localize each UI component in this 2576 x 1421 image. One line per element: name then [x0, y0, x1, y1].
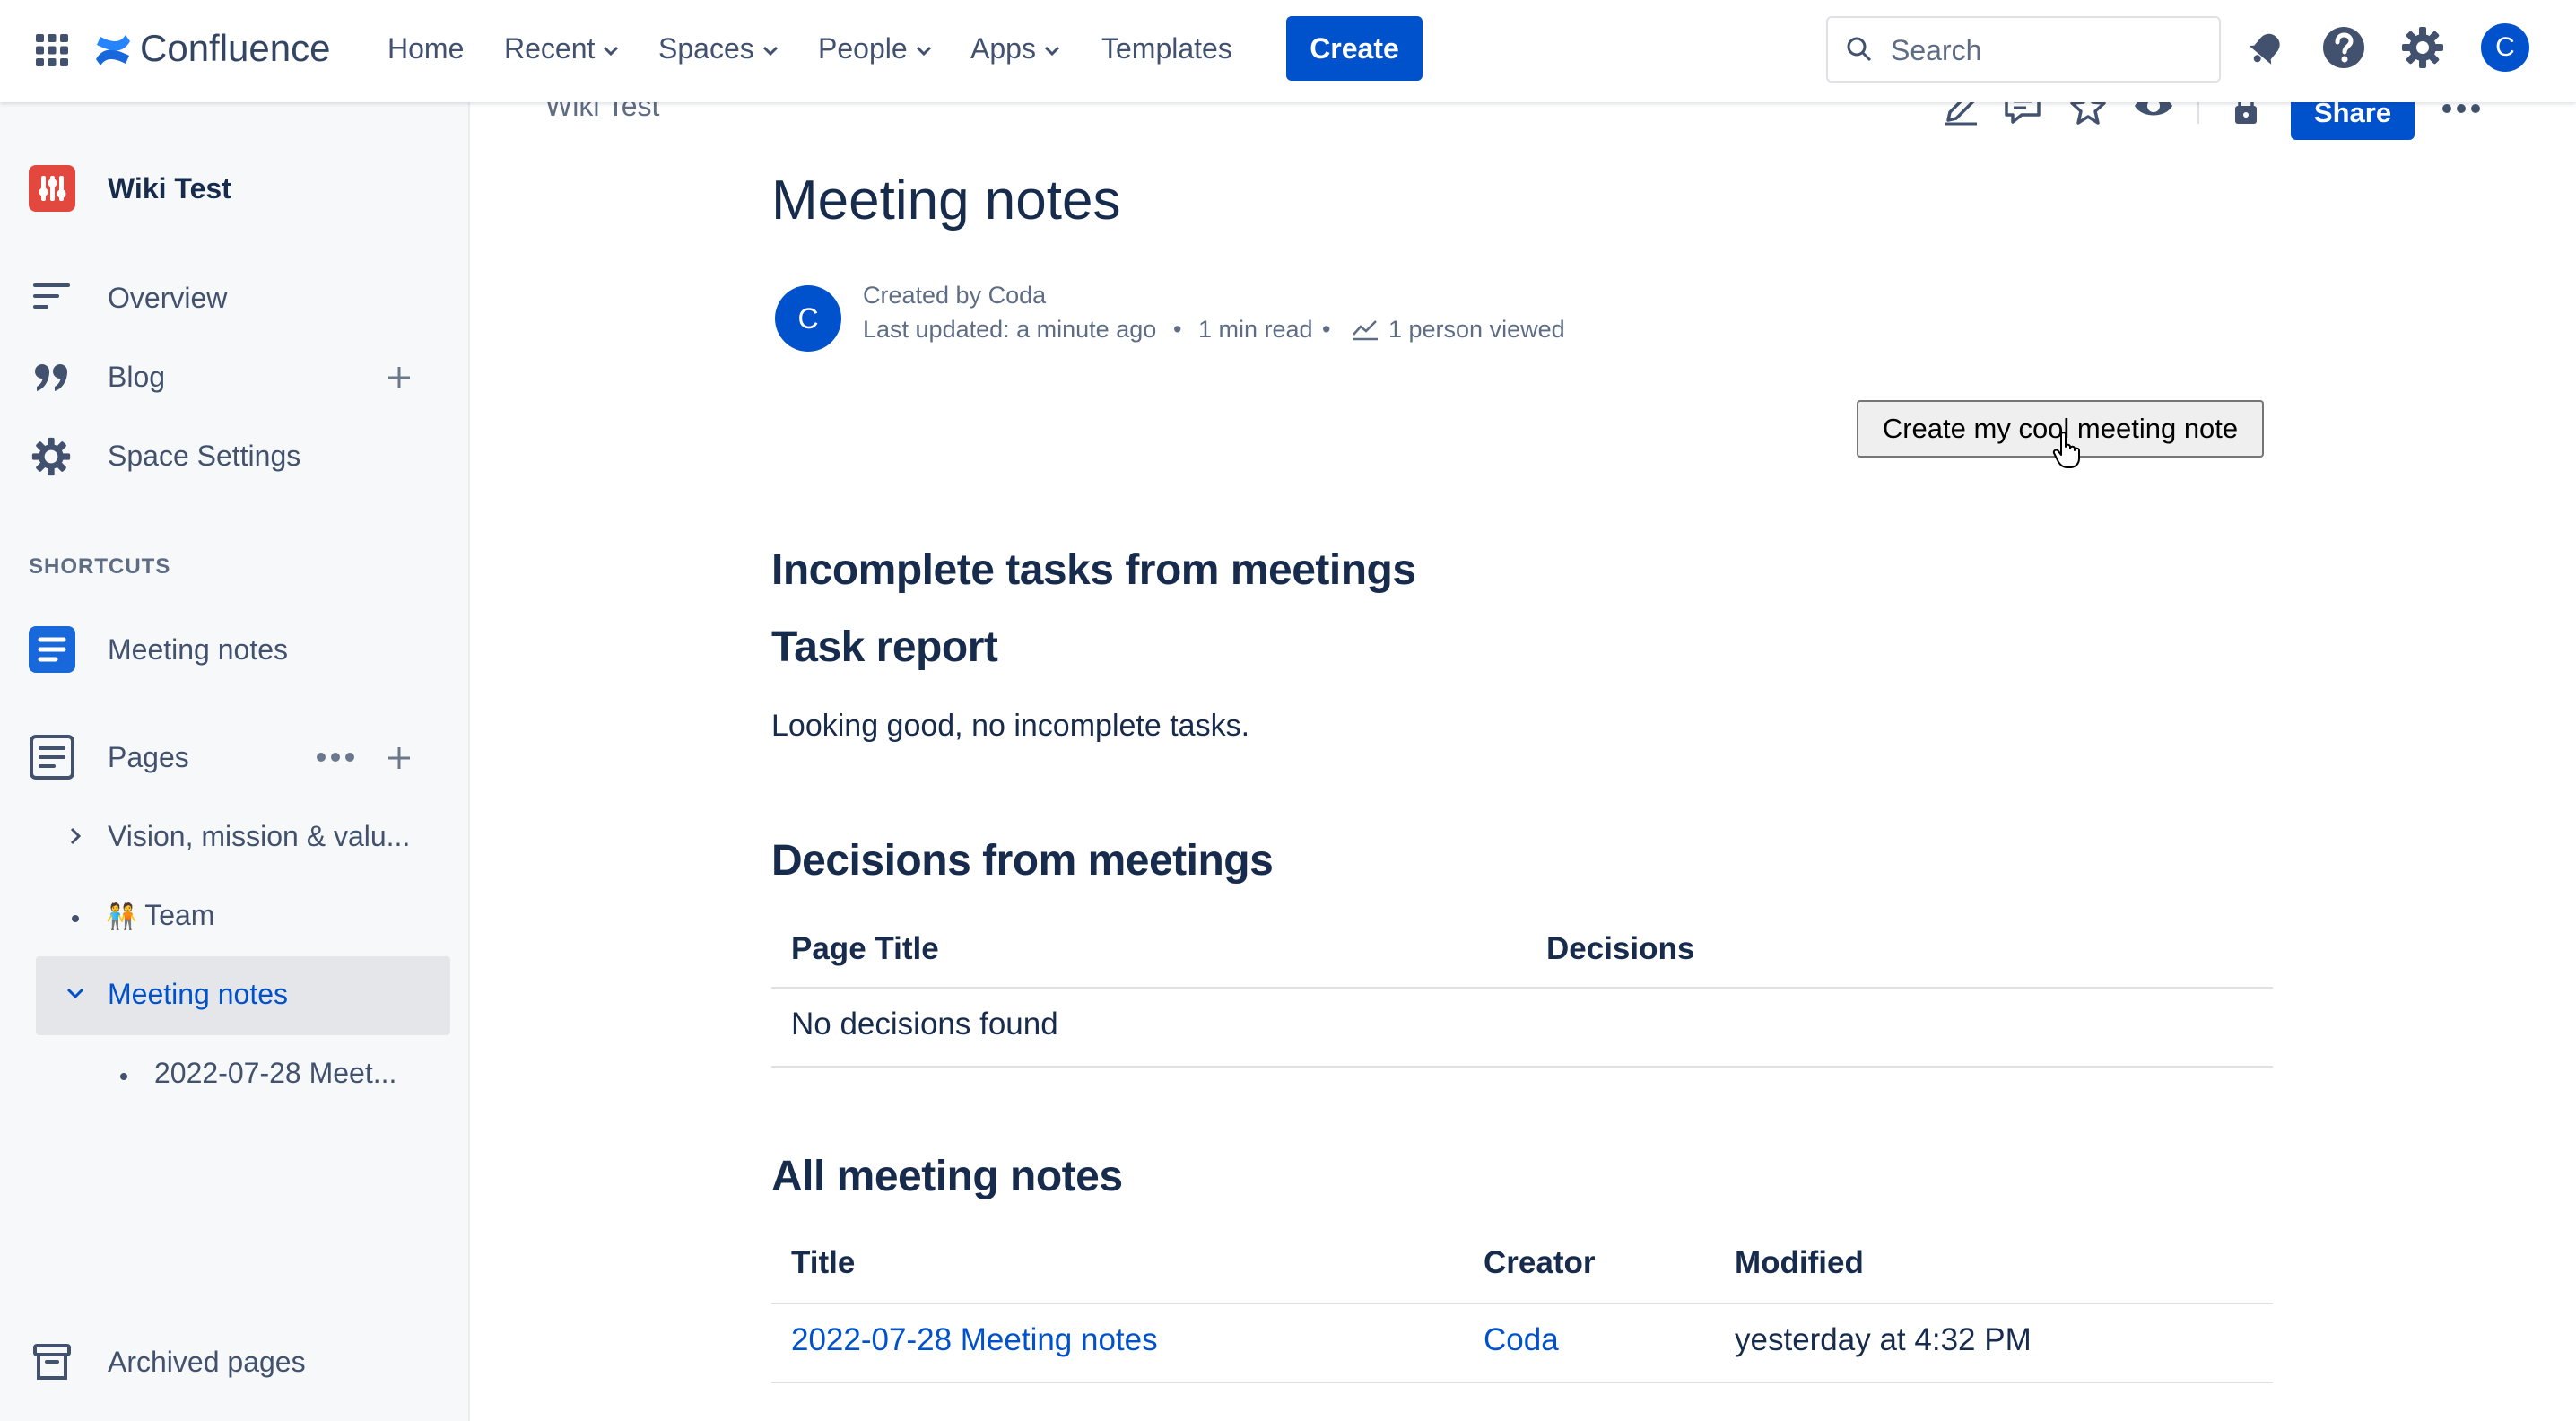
sidebar-item-blog[interactable]: Blog [108, 361, 165, 394]
task-report-heading: Task report [771, 623, 998, 671]
tree-item-2022-07-28[interactable]: 2022-07-28 Meet... [154, 1057, 396, 1090]
nav-apps-label: Apps [970, 32, 1036, 65]
tree-item-team[interactable]: 🧑‍🤝‍🧑 Team [106, 899, 214, 932]
incomplete-tasks-heading: Incomplete tasks from meetings [771, 546, 1416, 594]
meeting-notes-doc-icon [29, 626, 75, 673]
overview-icon [33, 283, 70, 309]
tree-bullet-icon [120, 1073, 127, 1080]
nav-spaces[interactable]: Spaces [658, 32, 779, 65]
tree-item-team-label: Team [144, 899, 215, 931]
search-box[interactable]: Search [1826, 16, 2221, 83]
pages-icon [30, 735, 74, 780]
last-updated: Last updated: a minute ago [863, 316, 1157, 343]
shortcuts-heading: SHORTCUTS [29, 554, 171, 579]
notes-header-title: Title [791, 1245, 856, 1280]
team-emoji-icon: 🧑‍🤝‍🧑 [106, 902, 137, 930]
all-meeting-notes-heading: All meeting notes [771, 1153, 1123, 1200]
app-switcher-icon[interactable] [34, 32, 70, 68]
sidebar-item-space-settings[interactable]: Space Settings [108, 440, 300, 473]
main-content: Wiki Test Share Meeting notes C Created … [470, 86, 2576, 1421]
author-avatar[interactable]: C [775, 285, 841, 352]
add-blog-plus-icon[interactable] [386, 364, 413, 391]
more-actions-icon[interactable] [2441, 102, 2481, 115]
notes-header-modified: Modified [1735, 1245, 1864, 1280]
table-divider [771, 1303, 2273, 1304]
page-title: Meeting notes [771, 170, 1121, 231]
nav-home[interactable]: Home [387, 32, 464, 65]
tree-item-meeting-notes[interactable]: Meeting notes [108, 978, 288, 1011]
chevron-down-icon[interactable] [65, 985, 86, 1003]
decisions-header-decisions: Decisions [1546, 931, 1695, 966]
sidebar-item-pages[interactable]: Pages [108, 741, 189, 774]
archive-box-icon [33, 1344, 71, 1380]
search-input[interactable]: Search [1891, 34, 1981, 67]
notes-row-title-link[interactable]: 2022-07-28 Meeting notes [791, 1322, 1158, 1358]
space-sidebar: Wiki Test Overview Blog Space Settings S… [0, 102, 470, 1421]
blog-quote-icon [35, 364, 67, 391]
table-divider [771, 1066, 2273, 1068]
notes-row-modified: yesterday at 4:32 PM [1735, 1322, 2032, 1357]
nav-recent[interactable]: Recent [504, 32, 620, 65]
table-divider [771, 987, 2273, 989]
chevron-right-icon[interactable] [66, 825, 84, 847]
pages-more-icon[interactable] [316, 752, 355, 763]
create-button[interactable]: Create [1286, 16, 1423, 81]
sidebar-item-archived-pages[interactable]: Archived pages [108, 1346, 306, 1379]
notes-header-creator: Creator [1484, 1245, 1596, 1280]
sidebar-item-overview[interactable]: Overview [108, 282, 227, 315]
nav-templates[interactable]: Templates [1101, 32, 1232, 65]
notes-row-creator-link[interactable]: Coda [1484, 1322, 1559, 1358]
decisions-empty-text: No decisions found [791, 1007, 1058, 1042]
decisions-heading: Decisions from meetings [771, 837, 1274, 885]
analytics-chart-icon [1353, 320, 1378, 341]
table-divider [771, 1382, 2273, 1383]
space-icon [29, 165, 75, 212]
add-page-plus-icon[interactable] [386, 745, 413, 772]
search-icon [1847, 37, 1872, 62]
task-report-text: Looking good, no incomplete tasks. [771, 709, 1250, 743]
nav-people[interactable]: People [818, 32, 933, 65]
tree-item-vision[interactable]: Vision, mission & valu... [108, 820, 410, 853]
meta-separator: • [1322, 316, 1331, 343]
decisions-header-page-title: Page Title [791, 931, 939, 966]
chevron-down-icon [604, 46, 619, 56]
help-icon[interactable] [2321, 25, 2366, 70]
read-time: 1 min read [1198, 316, 1313, 343]
chevron-down-icon [916, 46, 931, 56]
top-navigation: Confluence Home Recent Spaces People App… [0, 0, 2576, 102]
meta-separator: • [1173, 316, 1182, 343]
nav-recent-label: Recent [504, 32, 596, 65]
nav-spaces-label: Spaces [658, 32, 754, 65]
hand-cursor-icon [2052, 432, 2080, 468]
confluence-logo-text: Confluence [140, 27, 331, 69]
space-settings-gear-icon [31, 437, 71, 476]
shortcut-meeting-notes[interactable]: Meeting notes [108, 633, 288, 667]
confluence-logo-icon [96, 35, 130, 65]
chevron-down-icon [1044, 46, 1059, 56]
notifications-bell-icon[interactable] [2244, 25, 2289, 70]
nav-apps[interactable]: Apps [970, 32, 1061, 65]
settings-gear-icon[interactable] [2400, 25, 2445, 70]
space-name[interactable]: Wiki Test [108, 172, 231, 205]
tree-bullet-icon [72, 915, 79, 922]
page-views[interactable]: 1 person viewed [1388, 316, 1565, 344]
created-by: Created by Coda [863, 282, 1047, 309]
user-avatar[interactable]: C [2481, 23, 2529, 72]
nav-people-label: People [818, 32, 908, 65]
chevron-down-icon [762, 46, 778, 56]
